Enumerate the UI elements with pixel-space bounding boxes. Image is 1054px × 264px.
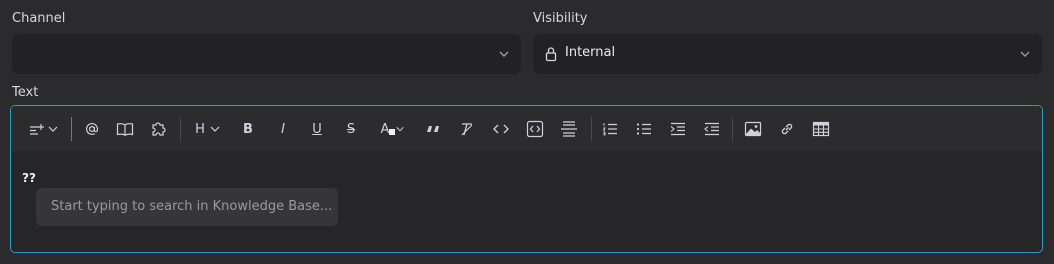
strikethrough-button[interactable]: S xyxy=(340,118,362,140)
puzzle-icon xyxy=(152,122,166,136)
strikethrough-label: S xyxy=(346,121,356,137)
underline-button[interactable]: U xyxy=(306,118,328,140)
ordered-list-icon xyxy=(602,123,617,136)
table-icon xyxy=(812,121,830,137)
clear-formatting-button[interactable] xyxy=(456,118,478,140)
chevron-down-icon xyxy=(396,126,405,132)
text-label: Text xyxy=(12,85,39,100)
text-color-label: A xyxy=(380,121,390,137)
suggestion-placeholder: Start typing to search in Knowledge Base… xyxy=(51,199,333,214)
bullet-list-button[interactable] xyxy=(633,118,655,140)
indent-icon xyxy=(670,122,685,136)
editor-content: ?? xyxy=(22,171,36,185)
horizontal-rule-button[interactable] xyxy=(558,118,580,140)
bullet-list-icon xyxy=(636,123,651,135)
visibility-select[interactable]: Internal xyxy=(533,34,1042,74)
knowledge-base-button[interactable] xyxy=(114,118,136,140)
bold-label: B xyxy=(243,121,253,137)
book-icon xyxy=(116,123,134,136)
underline-label: U xyxy=(312,121,322,137)
rich-text-editor[interactable]: H B I U S A ?? Start typing to search in… xyxy=(10,105,1043,253)
indent-button[interactable] xyxy=(667,118,689,140)
clear-format-icon xyxy=(461,123,473,136)
channel-select[interactable] xyxy=(12,34,521,74)
visibility-value: Internal xyxy=(565,45,616,60)
horizontal-rule-icon xyxy=(561,121,577,137)
bold-button[interactable]: B xyxy=(237,118,259,140)
chevron-down-icon xyxy=(1020,51,1030,57)
insert-image-button[interactable] xyxy=(742,118,764,140)
insert-table-button[interactable] xyxy=(810,118,832,140)
code-block-icon xyxy=(526,120,544,138)
at-sign-icon xyxy=(86,123,99,135)
code-icon xyxy=(493,124,509,134)
toolbar-divider xyxy=(591,117,592,141)
inline-code-button[interactable] xyxy=(490,118,512,140)
editor-toolbar: H B I U S A xyxy=(11,106,1042,151)
insert-link-button[interactable] xyxy=(776,118,798,140)
knowledge-base-suggestion-popup[interactable]: Start typing to search in Knowledge Base… xyxy=(36,188,338,226)
toolbar-divider xyxy=(71,117,72,141)
toolbar-divider xyxy=(732,117,733,141)
outdent-icon xyxy=(704,122,719,136)
heading-button[interactable]: H xyxy=(192,118,224,140)
outdent-button[interactable] xyxy=(701,118,723,140)
ordered-list-button[interactable] xyxy=(599,118,621,140)
blockquote-button[interactable] xyxy=(422,118,444,140)
heading-label: H xyxy=(195,121,205,137)
chevron-down-icon xyxy=(210,126,220,132)
italic-button[interactable]: I xyxy=(272,118,294,140)
toolbar-divider xyxy=(180,117,181,141)
visibility-label: Visibility xyxy=(533,11,588,26)
image-icon xyxy=(744,121,762,137)
sparkle-lines-icon xyxy=(30,124,58,135)
text-modules-button[interactable] xyxy=(147,118,169,140)
mention-button[interactable] xyxy=(81,118,103,140)
channel-label: Channel xyxy=(12,11,66,26)
ai-tools-button[interactable] xyxy=(27,118,61,140)
italic-label: I xyxy=(281,121,285,137)
quote-icon xyxy=(427,126,439,132)
chevron-down-icon xyxy=(499,51,509,57)
link-icon xyxy=(781,123,793,135)
text-color-button[interactable]: A xyxy=(377,118,409,140)
code-block-button[interactable] xyxy=(524,118,546,140)
lock-icon xyxy=(545,47,557,62)
